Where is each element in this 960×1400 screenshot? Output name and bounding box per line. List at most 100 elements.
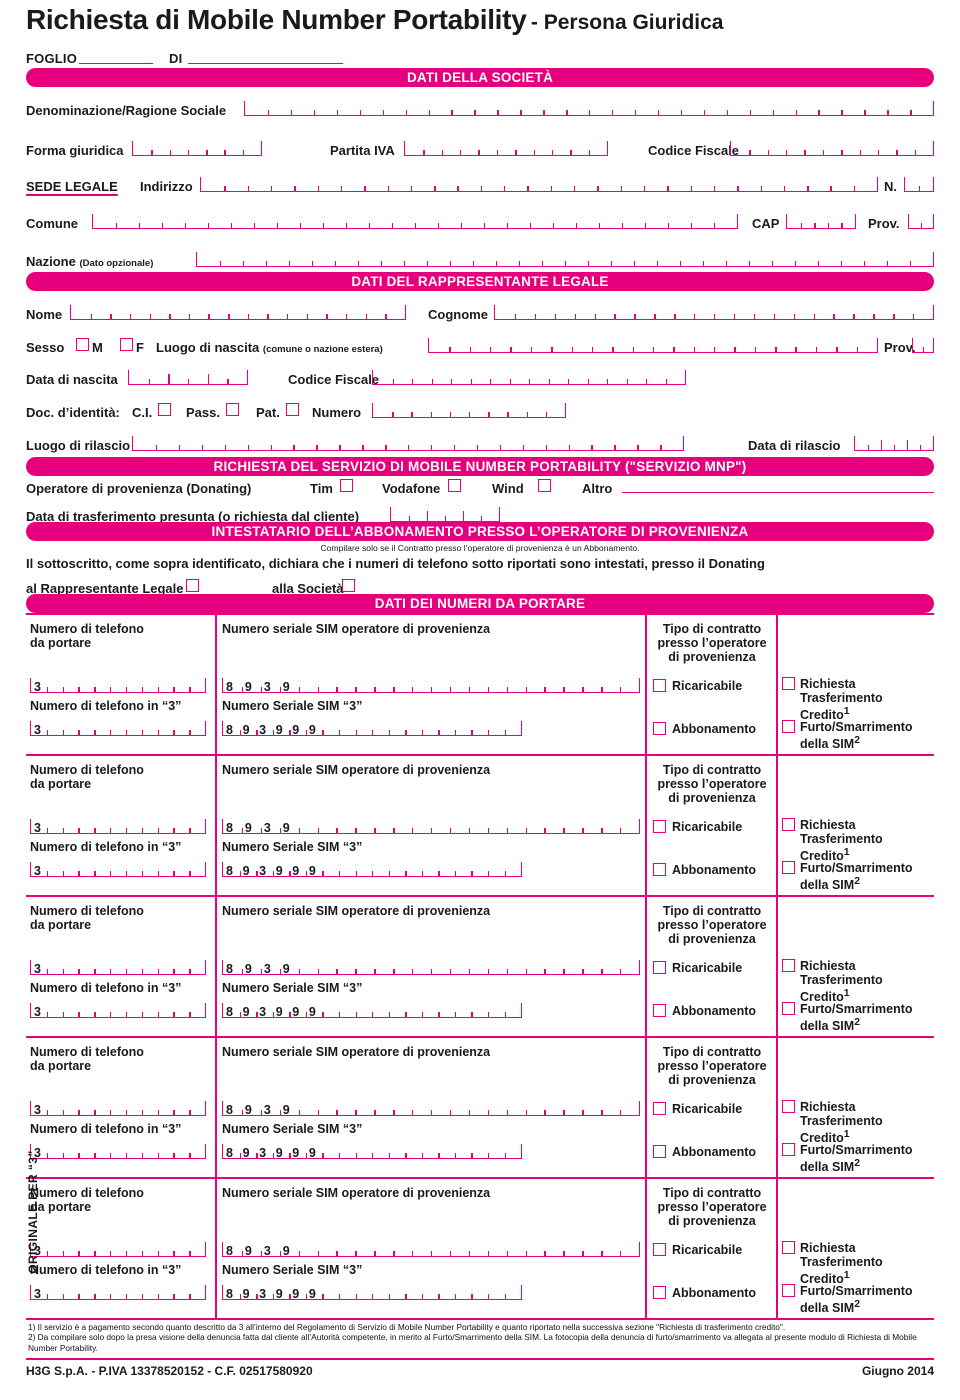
number-block: Numero di telefono da portare Numero seria… bbox=[26, 1177, 934, 1318]
checkbox-operator-wind[interactable] bbox=[538, 479, 551, 492]
checkbox-abbonamento[interactable] bbox=[653, 863, 666, 876]
checkbox-opt-rappresentante[interactable] bbox=[186, 579, 199, 592]
label-doc-ci: C.I. bbox=[132, 405, 153, 420]
label-furto-smarrimento: Furto/Smarrimento della SIM2 bbox=[800, 1284, 913, 1316]
input-comb[interactable]: 3 bbox=[30, 721, 206, 736]
input-comb[interactable]: 3 bbox=[30, 960, 206, 975]
checkbox-richiesta-trasferimento-credito[interactable] bbox=[782, 959, 795, 972]
checkbox-doc-ci[interactable] bbox=[158, 403, 171, 416]
footer-company-info: H3G S.p.A. - P.IVA 13378520152 - C.F. 02… bbox=[26, 1364, 313, 1378]
input-luogo-nascita[interactable] bbox=[428, 338, 878, 353]
label-furto-smarrimento: Furto/Smarrimento della SIM2 bbox=[800, 720, 913, 752]
input-codice-fiscale-societa[interactable] bbox=[730, 141, 934, 156]
checkbox-furto-smarrimento[interactable] bbox=[782, 1284, 795, 1297]
input-cap[interactable] bbox=[786, 214, 856, 229]
checkbox-ricaricabile[interactable] bbox=[653, 961, 666, 974]
col-header-phone: Numero di telefono da portare bbox=[30, 904, 144, 932]
checkbox-ricaricabile[interactable] bbox=[653, 679, 666, 692]
footer-divider bbox=[26, 1358, 934, 1360]
column-divider bbox=[215, 1038, 217, 1177]
label-furto-smarrimento: Furto/Smarrimento della SIM2 bbox=[800, 1002, 913, 1034]
input-partita-iva[interactable] bbox=[404, 141, 608, 156]
checkbox-furto-smarrimento[interactable] bbox=[782, 720, 795, 733]
input-comb[interactable]: 8939 bbox=[222, 678, 640, 693]
input-comb[interactable]: 8939 bbox=[222, 1242, 640, 1257]
label-partita-iva: Partita IVA bbox=[330, 143, 395, 158]
checkbox-abbonamento[interactable] bbox=[653, 1145, 666, 1158]
label-operator-wind: Wind bbox=[492, 481, 524, 496]
checkbox-richiesta-trasferimento-credito[interactable] bbox=[782, 818, 795, 831]
checkbox-doc-pass[interactable] bbox=[226, 403, 239, 416]
checkbox-operator-vodafone[interactable] bbox=[448, 479, 461, 492]
column-divider bbox=[645, 1038, 647, 1177]
numbers-table: Numero di telefono da portare Numero seria… bbox=[26, 613, 934, 1318]
checkbox-doc-pat[interactable] bbox=[286, 403, 299, 416]
input-comune-societa[interactable] bbox=[92, 214, 738, 229]
column-divider bbox=[645, 756, 647, 895]
input-comb[interactable]: 3 bbox=[30, 819, 206, 834]
checkbox-abbonamento[interactable] bbox=[653, 1286, 666, 1299]
checkbox-ricaricabile[interactable] bbox=[653, 820, 666, 833]
input-comb[interactable]: 8939 bbox=[222, 1101, 640, 1116]
input-comb[interactable]: 893999 bbox=[222, 1144, 522, 1159]
label-abbonamento: Abbonamento bbox=[672, 722, 757, 736]
input-data-nascita[interactable] bbox=[128, 370, 248, 385]
page-title: Richiesta di Mobile Number Portability -… bbox=[26, 4, 723, 36]
input-data-trasferimento[interactable] bbox=[390, 507, 500, 522]
input-luogo-rilascio[interactable] bbox=[132, 436, 684, 451]
checkbox-richiesta-trasferimento-credito[interactable] bbox=[782, 677, 795, 690]
checkbox-sesso-m[interactable] bbox=[76, 338, 89, 351]
checkbox-ricaricabile[interactable] bbox=[653, 1243, 666, 1256]
input-prov-nascita[interactable] bbox=[912, 338, 934, 353]
input-comb[interactable]: 893999 bbox=[222, 1003, 522, 1018]
checkbox-sesso-f[interactable] bbox=[120, 338, 133, 351]
input-codice-fiscale-rep[interactable] bbox=[372, 370, 686, 385]
label-forma-giuridica: Forma giuridica bbox=[26, 143, 124, 158]
checkbox-operator-tim[interactable] bbox=[340, 479, 353, 492]
input-comb[interactable]: 893999 bbox=[222, 721, 522, 736]
input-comb[interactable]: 3 bbox=[30, 862, 206, 877]
label-sede-legale: SEDE LEGALE bbox=[26, 179, 118, 194]
input-civico[interactable] bbox=[904, 177, 934, 192]
input-cognome[interactable] bbox=[494, 305, 934, 320]
di-input-line[interactable] bbox=[188, 63, 344, 64]
input-comb[interactable]: 3 bbox=[30, 1003, 206, 1018]
input-comb[interactable]: 893999 bbox=[222, 862, 522, 877]
checkbox-abbonamento[interactable] bbox=[653, 1004, 666, 1017]
input-comb[interactable]: 3 bbox=[30, 1285, 206, 1300]
checkbox-furto-smarrimento[interactable] bbox=[782, 861, 795, 874]
checkbox-furto-smarrimento[interactable] bbox=[782, 1143, 795, 1156]
input-comb[interactable]: 8939 bbox=[222, 960, 640, 975]
foglio-input-line[interactable] bbox=[79, 63, 154, 64]
form-page: Richiesta di Mobile Number Portability -… bbox=[0, 0, 960, 1400]
input-prov-societa[interactable] bbox=[908, 214, 934, 229]
label-phone-in-3: Numero di telefono in “3” bbox=[30, 1122, 182, 1136]
input-comb[interactable]: 3 bbox=[30, 1144, 206, 1159]
input-nazione[interactable] bbox=[196, 252, 934, 267]
label-indirizzo: Indirizzo bbox=[140, 179, 193, 194]
input-data-rilascio[interactable] bbox=[854, 436, 934, 451]
input-comb[interactable]: 3 bbox=[30, 1242, 206, 1257]
input-comb[interactable]: 893999 bbox=[222, 1285, 522, 1300]
label-operatore-donating: Operatore di provenienza (Donating) bbox=[26, 481, 252, 496]
checkbox-furto-smarrimento[interactable] bbox=[782, 1002, 795, 1015]
input-denominazione[interactable] bbox=[244, 101, 934, 116]
input-doc-numero[interactable] bbox=[372, 403, 566, 418]
label-phone-in-3: Numero di telefono in “3” bbox=[30, 840, 182, 854]
input-indirizzo[interactable] bbox=[200, 177, 878, 192]
checkbox-richiesta-trasferimento-credito[interactable] bbox=[782, 1100, 795, 1113]
input-forma-giuridica[interactable] bbox=[132, 141, 262, 156]
checkbox-abbonamento[interactable] bbox=[653, 722, 666, 735]
input-comb[interactable]: 8939 bbox=[222, 819, 640, 834]
label-doc-pass: Pass. bbox=[186, 405, 220, 420]
input-nome[interactable] bbox=[70, 305, 406, 320]
input-comb[interactable]: 3 bbox=[30, 1101, 206, 1116]
input-operator-altro[interactable] bbox=[622, 492, 934, 493]
label-sesso-m: M bbox=[92, 340, 103, 355]
checkbox-opt-societa[interactable] bbox=[342, 579, 355, 592]
column-divider bbox=[776, 897, 778, 1036]
input-comb[interactable]: 3 bbox=[30, 678, 206, 693]
checkbox-richiesta-trasferimento-credito[interactable] bbox=[782, 1241, 795, 1254]
label-sim-3: Numero Seriale SIM “3” bbox=[222, 981, 363, 995]
checkbox-ricaricabile[interactable] bbox=[653, 1102, 666, 1115]
